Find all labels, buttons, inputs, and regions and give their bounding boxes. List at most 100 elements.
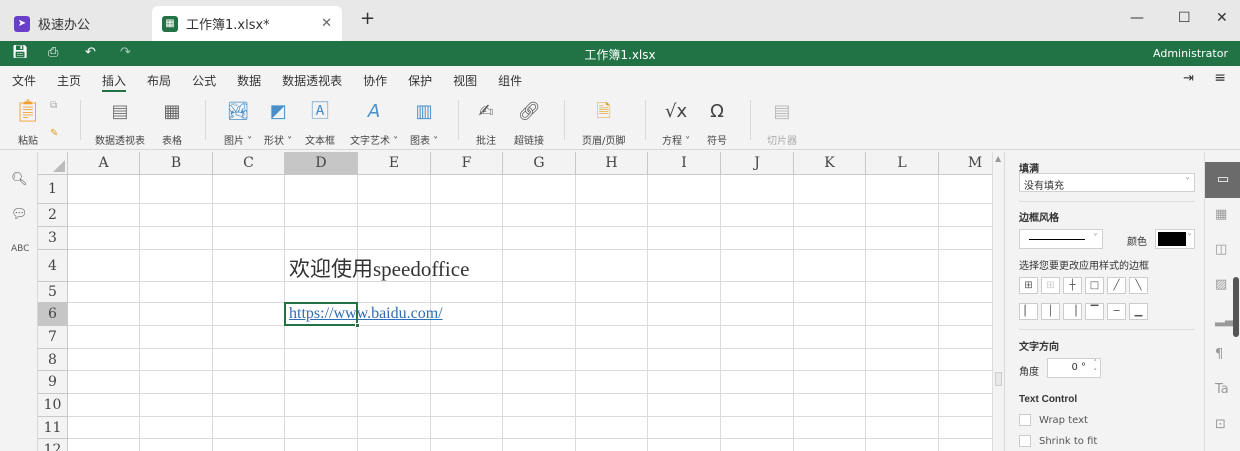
cell-M4[interactable] — [939, 250, 992, 282]
cell-M10[interactable] — [939, 394, 992, 417]
cell-E10[interactable] — [358, 394, 431, 417]
column-header[interactable]: B — [140, 152, 213, 175]
cell-I4[interactable] — [648, 250, 721, 282]
cell-J3[interactable] — [721, 227, 794, 250]
cell-G2[interactable] — [503, 204, 576, 227]
search-icon[interactable]: 🔍︎ — [11, 172, 28, 187]
cell-J5[interactable] — [721, 282, 794, 303]
cell-F11[interactable] — [431, 417, 503, 439]
cell-B3[interactable] — [140, 227, 213, 250]
cell-B10[interactable] — [140, 394, 213, 417]
cell-I7[interactable] — [648, 326, 721, 349]
cell-I10[interactable] — [648, 394, 721, 417]
column-header[interactable]: H — [576, 152, 648, 175]
row-header[interactable]: 12 — [38, 439, 68, 451]
cell-E3[interactable] — [358, 227, 431, 250]
cell-E9[interactable] — [358, 371, 431, 394]
maximize-button[interactable]: ☐ — [1178, 10, 1191, 26]
cell-C9[interactable] — [213, 371, 285, 394]
column-header[interactable]: D — [285, 152, 358, 175]
row-header[interactable]: 5 — [38, 282, 68, 303]
cell-H3[interactable] — [576, 227, 648, 250]
cell-K2[interactable] — [794, 204, 866, 227]
cell-J7[interactable] — [721, 326, 794, 349]
cell-I2[interactable] — [648, 204, 721, 227]
cell-H12[interactable] — [576, 439, 648, 451]
cell-C6[interactable] — [213, 303, 285, 326]
cell-H5[interactable] — [576, 282, 648, 303]
cell-F3[interactable] — [431, 227, 503, 250]
cell-H1[interactable] — [576, 175, 648, 204]
text-art-icon[interactable]: Ta — [1215, 382, 1229, 397]
border-color-picker[interactable]: ˅ — [1155, 229, 1195, 249]
cell-I8[interactable] — [648, 349, 721, 371]
cell-A11[interactable] — [68, 417, 140, 439]
border-bottom-button[interactable]: ▁ — [1129, 303, 1148, 320]
cell-I3[interactable] — [648, 227, 721, 250]
cell-D2[interactable] — [285, 204, 358, 227]
cell-J10[interactable] — [721, 394, 794, 417]
cell-A5[interactable] — [68, 282, 140, 303]
border-diag-up-button[interactable]: ╱ — [1107, 277, 1126, 294]
cell-D7[interactable] — [285, 326, 358, 349]
cell-M5[interactable] — [939, 282, 992, 303]
cell-F1[interactable] — [431, 175, 503, 204]
table-settings-icon[interactable]: ▦ — [1215, 207, 1227, 222]
cell-A8[interactable] — [68, 349, 140, 371]
cell-H10[interactable] — [576, 394, 648, 417]
close-tab-icon[interactable]: ✕ — [321, 16, 332, 31]
cell-L5[interactable] — [866, 282, 939, 303]
cell-F8[interactable] — [431, 349, 503, 371]
cell-M3[interactable] — [939, 227, 992, 250]
cell-M11[interactable] — [939, 417, 992, 439]
tab-home[interactable]: ➤ 极速办公 — [4, 6, 100, 41]
cell-B5[interactable] — [140, 282, 213, 303]
cell-I12[interactable] — [648, 439, 721, 451]
textbox-button[interactable]: 🄰 文本框 — [305, 100, 335, 147]
cell-D5[interactable] — [285, 282, 358, 303]
cell-D1[interactable] — [285, 175, 358, 204]
select-all-corner[interactable] — [38, 152, 68, 175]
cell-G1[interactable] — [503, 175, 576, 204]
cell-C12[interactable] — [213, 439, 285, 451]
cell-D11[interactable] — [285, 417, 358, 439]
border-outer-button[interactable]: □ — [1085, 277, 1104, 294]
cell-F7[interactable] — [431, 326, 503, 349]
cell-K8[interactable] — [794, 349, 866, 371]
border-none-button[interactable]: ⊞ — [1041, 277, 1060, 294]
cell-M8[interactable] — [939, 349, 992, 371]
menu-pivot[interactable]: 数据透视表 — [282, 66, 342, 92]
format-painter-icon[interactable]: ✎ — [50, 128, 58, 139]
cell-G9[interactable] — [503, 371, 576, 394]
cell-L1[interactable] — [866, 175, 939, 204]
cell-A3[interactable] — [68, 227, 140, 250]
column-header[interactable]: F — [431, 152, 503, 175]
cell-D10[interactable] — [285, 394, 358, 417]
angle-input[interactable]: 0 ° ˄ ˅ — [1047, 358, 1101, 378]
paste-button[interactable]: 📋︎ 粘贴 — [14, 100, 42, 148]
image-settings-icon[interactable]: ▨ — [1215, 277, 1227, 292]
menu-file[interactable]: 文件 — [12, 66, 36, 92]
cell-J2[interactable] — [721, 204, 794, 227]
column-header[interactable]: J — [721, 152, 794, 175]
cell-D3[interactable] — [285, 227, 358, 250]
cell-J6[interactable] — [721, 303, 794, 326]
row-header[interactable]: 1 — [38, 175, 68, 204]
cell-B11[interactable] — [140, 417, 213, 439]
menu-protect[interactable]: 保护 — [408, 66, 432, 92]
border-hcenter-button[interactable]: ─ — [1107, 303, 1126, 320]
cell-J8[interactable] — [721, 349, 794, 371]
slicer-button[interactable]: ▤ 切片器 — [767, 100, 797, 147]
cell-K9[interactable] — [794, 371, 866, 394]
table-button[interactable]: ▦ 表格 — [162, 100, 182, 147]
cell-M7[interactable] — [939, 326, 992, 349]
cell-C8[interactable] — [213, 349, 285, 371]
row-header[interactable]: 4 — [38, 250, 68, 282]
row-header[interactable]: 7 — [38, 326, 68, 349]
cell-A1[interactable] — [68, 175, 140, 204]
border-left-button[interactable]: ▏ — [1019, 303, 1038, 320]
cell-K6[interactable] — [794, 303, 866, 326]
border-all-button[interactable]: ⊞ — [1019, 277, 1038, 294]
new-tab-button[interactable]: + — [360, 8, 375, 29]
cell-A9[interactable] — [68, 371, 140, 394]
